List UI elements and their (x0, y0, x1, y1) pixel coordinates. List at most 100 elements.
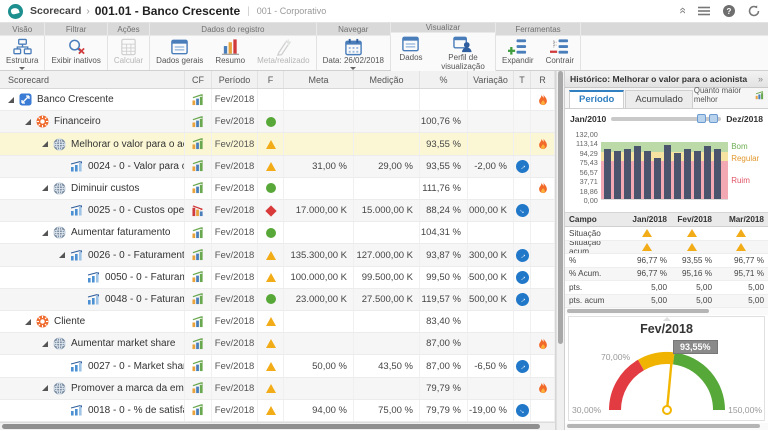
history-bar (703, 146, 711, 199)
table-row[interactable]: Financeiro Fev/2018 100,76 % (0, 111, 555, 134)
y-tick-label: 94,29 (579, 148, 598, 158)
ribbon-button-label: Meta/realizado (257, 56, 310, 65)
table-row[interactable]: 0026 - 0 - Faturamento Fev/2018 135.300,00… (0, 244, 555, 267)
history-table-row[interactable]: Situação (565, 227, 768, 241)
campo-cell: Situação acum. (569, 240, 601, 254)
history-table-row[interactable]: Situação acum. (565, 240, 768, 254)
history-table-row[interactable]: % Acum. 96,77 % 95,16 % 95,71 % (565, 267, 768, 281)
column-header-per-odo[interactable]: Período (212, 71, 258, 88)
period-cell: Fev/2018 (212, 200, 258, 222)
table-row[interactable]: Melhorar o valor para o acionista Fev/201… (0, 133, 555, 156)
tree-expand-caret[interactable] (42, 340, 48, 347)
table-row[interactable]: Promover a marca da empresa Fev/2018 79,79… (0, 377, 555, 400)
slider-track[interactable] (611, 114, 722, 123)
perfil-de-visualiza-o-button[interactable]: Perfil de visualização (431, 33, 495, 72)
table-row[interactable]: Banco Crescente Fev/2018 (0, 89, 555, 112)
dados-button[interactable]: Dados (391, 33, 431, 72)
percent-cell (420, 89, 468, 111)
meta-cell (284, 111, 354, 133)
trend-up-chart-icon (185, 377, 212, 399)
ribbon-group-a-es: Ações Calcular (107, 23, 151, 70)
column-header-medi-o[interactable]: Medição (354, 71, 420, 88)
column-header-scorecard[interactable]: Scorecard (0, 71, 185, 88)
tree-expand-caret[interactable] (59, 252, 65, 259)
variacao-cell: -2,00 % (468, 155, 514, 177)
ribbon-button-label: Calcular (113, 56, 144, 65)
contrair-button[interactable]: Contrair (540, 36, 580, 70)
table-row[interactable]: 0025 - 0 - Custos operacionais Fev/2018 17… (0, 200, 555, 223)
history-table-row[interactable]: pts. acum 5,00 5,00 5,00 (565, 294, 768, 308)
variacao-cell: 2.000,00 K (468, 200, 514, 222)
column-header-varia-o[interactable]: Variação (468, 71, 514, 88)
slider-end-label: Dez/2018 (726, 114, 763, 124)
legend-ruim: Ruim (731, 176, 750, 185)
variacao-cell (468, 333, 514, 355)
history-table-scrollbar[interactable] (565, 308, 768, 315)
history-column-2[interactable]: Fev/2018 (672, 213, 717, 226)
farol-cell (258, 311, 284, 333)
estrutura-button[interactable]: Estrutura (0, 36, 44, 70)
breadcrumb-app[interactable]: Scorecard (30, 5, 81, 17)
indicator-icon (70, 160, 83, 172)
table-row[interactable]: 0048 - 0 - Faturamento de outras fontes F… (0, 288, 555, 312)
tree-expand-caret[interactable] (8, 96, 14, 103)
table-horizontal-scrollbar[interactable] (0, 422, 555, 430)
table-row[interactable]: Cliente Fev/2018 83,40 % (0, 311, 555, 334)
tab-acumulado[interactable]: Acumulado (625, 90, 693, 108)
history-table-row[interactable]: % 96,77 % 93,55 % 96,77 % (565, 254, 768, 268)
ribbon-group-label: Dados do registro (150, 23, 316, 35)
table-row[interactable]: Aumentar market share Fev/2018 87,00 % (0, 333, 555, 356)
table-row[interactable]: Diminuir custos Fev/2018 111,76 % (0, 177, 555, 201)
exibir-inativos-button[interactable]: Exibir inativos (45, 36, 106, 70)
panel-bottom-scrollbar[interactable] (565, 423, 768, 430)
history-column-1[interactable]: Jan/2018 (627, 213, 672, 226)
y-tick-label: 75,43 (579, 158, 598, 168)
help-icon[interactable]: ? (723, 5, 735, 17)
column-header-meta[interactable]: Meta (284, 71, 354, 88)
status-red-diamond-icon (264, 204, 277, 217)
table-header-row: Scorecard CF Período F Meta Medição% Variação T… (0, 71, 555, 89)
table-row[interactable]: Aumentar faturamento Fev/2018 104,31 % (0, 222, 555, 245)
data-window-icon (401, 35, 420, 53)
row-label: 0024 - 0 - Valor para o acionista (SVA) (88, 160, 184, 172)
table-vertical-scrollbar[interactable] (556, 71, 564, 430)
dados-gerais-button[interactable]: Dados gerais (150, 36, 209, 70)
tree-expand-caret[interactable] (42, 141, 48, 147)
expandir-button[interactable]: Expandir (496, 36, 540, 70)
column-header-cf[interactable]: CF (185, 71, 212, 88)
column-header-f[interactable]: F (258, 71, 284, 88)
history-bar (683, 149, 691, 199)
column-header-r[interactable]: R (531, 71, 555, 88)
panel-collapse-icon[interactable]: » (758, 74, 763, 84)
table-row[interactable]: 0024 - 0 - Valor para o acionista (SVA) F… (0, 155, 555, 178)
history-table-row[interactable]: pts. 5,00 5,00 5,00 (565, 281, 768, 295)
period-cell: Fev/2018 (212, 133, 258, 155)
meta-cell: 17.000,00 K (284, 200, 354, 222)
tree-expand-caret[interactable] (42, 229, 48, 236)
table-row[interactable]: 0027 - 0 - Market share Fev/2018 50,00 % 43… (0, 355, 555, 378)
slider-handle-right[interactable] (709, 114, 719, 123)
table-row[interactable]: 0018 - 0 - % de satisfação dos clientes F… (0, 399, 555, 423)
tree-expand-caret[interactable] (42, 185, 48, 192)
ribbon-button-label: Dados gerais (156, 56, 204, 65)
table-row[interactable]: 0050 - 0 - Faturamento com vendas Fev/201… (0, 266, 555, 289)
slider-handle-left[interactable] (697, 114, 707, 123)
tree-expand-caret[interactable] (42, 385, 48, 392)
column-header-t[interactable]: T (514, 71, 531, 88)
resumo-button[interactable]: Resumo (209, 36, 251, 70)
resize-notch-icon[interactable] (662, 317, 671, 321)
farol-cell (258, 399, 284, 422)
tree-expand-caret[interactable] (25, 118, 31, 125)
history-column-3[interactable]: Mar/2018 (717, 213, 768, 226)
list-menu-icon[interactable] (698, 6, 710, 16)
refresh-icon[interactable] (748, 5, 760, 17)
collapse-ribbon-icon[interactable]: » (675, 8, 689, 14)
tree-expand-caret[interactable] (25, 318, 31, 325)
column-header-%[interactable]: % (420, 71, 468, 88)
row-label: 0025 - 0 - Custos operacionais (88, 205, 184, 217)
data-26-02-2018-button[interactable]: Data: 26/02/2018 (317, 36, 390, 70)
history-column-0[interactable]: Campo (565, 213, 627, 226)
alert-cell (531, 177, 555, 200)
tab-periodo[interactable]: Período (569, 90, 625, 108)
medicao-cell: 43,50 % (354, 355, 420, 377)
